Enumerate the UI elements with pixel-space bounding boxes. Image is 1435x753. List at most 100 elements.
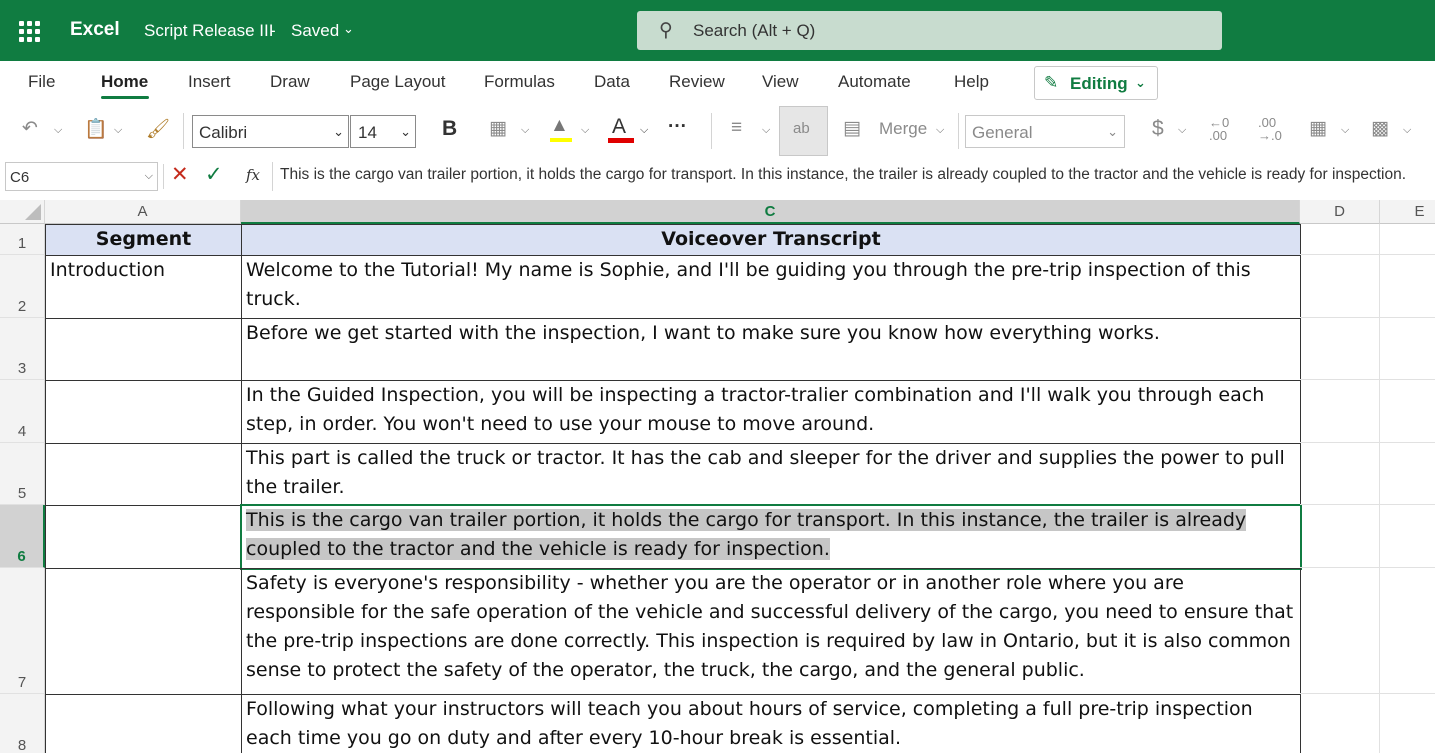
chevron-down-icon[interactable]: ⌵ <box>640 124 648 137</box>
transcript-cell[interactable]: Welcome to the Tutorial! My name is Soph… <box>241 255 1301 319</box>
tab-automate[interactable]: Automate <box>838 72 911 92</box>
row-header[interactable]: 2 <box>0 255 45 318</box>
row-header[interactable]: 1 <box>0 224 45 255</box>
fill-color-icon[interactable]: ▲ <box>550 115 569 137</box>
segment-cell[interactable] <box>45 380 242 444</box>
cancel-icon[interactable]: ✕ <box>171 162 189 187</box>
more-options-button[interactable]: ··· <box>668 116 687 138</box>
row-number: 2 <box>17 298 27 315</box>
empty-cell[interactable] <box>1380 443 1435 505</box>
format-as-table-icon[interactable]: ▩ <box>1371 117 1389 140</box>
chevron-down-icon: ⌄ <box>400 124 411 139</box>
tab-review[interactable]: Review <box>669 72 725 92</box>
clipboard-icon[interactable]: 📋 <box>84 117 108 141</box>
conditional-format-icon[interactable]: ▦ <box>1309 117 1327 140</box>
decrease-decimal-icon[interactable]: ←0.00 <box>1209 116 1229 142</box>
tab-draw[interactable]: Draw <box>270 72 310 92</box>
empty-cell[interactable] <box>1380 318 1435 380</box>
app-name[interactable]: Excel <box>70 19 120 41</box>
editing-mode-button[interactable]: ✎ Editing ⌄ <box>1034 66 1158 100</box>
transcript-cell[interactable]: This part is called the truck or tractor… <box>241 443 1301 506</box>
row-header[interactable]: 4 <box>0 380 45 443</box>
empty-cell[interactable] <box>1380 255 1435 318</box>
segment-cell[interactable] <box>45 568 242 695</box>
chevron-down-icon[interactable]: ⌄ <box>343 21 354 37</box>
tab-formulas[interactable]: Formulas <box>484 72 555 92</box>
chevron-down-icon[interactable]: ⌵ <box>1403 124 1411 137</box>
format-painter-icon[interactable]: 🖌 <box>146 117 170 141</box>
transcript-cell[interactable]: Following what your instructors will tea… <box>241 694 1301 753</box>
check-icon[interactable]: ✓ <box>205 162 223 187</box>
search-box[interactable]: ⚲ Search (Alt + Q) <box>637 11 1222 50</box>
empty-cell[interactable] <box>1380 568 1435 694</box>
insert-function-button[interactable]: fx <box>246 166 260 184</box>
tab-page-layout[interactable]: Page Layout <box>350 72 445 92</box>
chevron-down-icon[interactable]: ⌵ <box>54 124 62 137</box>
number-format-select[interactable]: General ⌄ <box>965 115 1125 148</box>
empty-cell[interactable] <box>1380 224 1435 255</box>
column-header-c[interactable]: C <box>241 200 1300 224</box>
row-header[interactable]: 5 <box>0 443 45 505</box>
formula-input[interactable]: This is the cargo van trailer portion, i… <box>280 166 1435 184</box>
chevron-down-icon[interactable]: ⌵ <box>114 124 122 137</box>
row-header[interactable]: 8 <box>0 694 45 753</box>
font-name-select[interactable]: Calibri ⌄ <box>192 115 349 148</box>
transcript-cell[interactable]: Safety is everyone's responsibility - wh… <box>241 568 1301 695</box>
empty-cell[interactable] <box>1300 505 1380 568</box>
tab-home[interactable]: Home <box>101 72 148 92</box>
chevron-down-icon[interactable]: ⌵ <box>762 124 770 137</box>
chevron-down-icon[interactable]: ⌵ <box>1341 124 1349 137</box>
selected-transcript-cell[interactable]: This is the cargo van trailer portion, i… <box>240 504 1302 570</box>
empty-cell[interactable] <box>1300 694 1380 753</box>
empty-cell[interactable] <box>1300 568 1380 694</box>
bold-button[interactable]: B <box>442 117 457 141</box>
tab-data[interactable]: Data <box>594 72 630 92</box>
undo-icon[interactable]: ↶ <box>22 117 38 140</box>
empty-cell[interactable] <box>1300 380 1380 443</box>
save-status[interactable]: Saved <box>291 21 339 41</box>
merge-icon[interactable]: ▤ <box>843 117 861 140</box>
header-cell-segment[interactable]: Segment <box>45 224 242 256</box>
segment-cell[interactable]: Introduction <box>45 255 242 319</box>
column-header-a[interactable]: A <box>45 200 241 224</box>
chevron-down-icon[interactable]: ⌵ <box>581 124 589 137</box>
merge-button-label[interactable]: Merge <box>879 119 927 139</box>
increase-decimal-icon[interactable]: .00 →.0 <box>1258 116 1282 142</box>
segment-cell[interactable] <box>45 318 242 381</box>
empty-cell[interactable] <box>1380 505 1435 568</box>
segment-cell[interactable] <box>45 694 242 753</box>
borders-icon[interactable]: ▦ <box>489 117 507 140</box>
font-color-button[interactable]: A <box>612 115 626 139</box>
select-all-corner[interactable] <box>0 200 45 224</box>
tab-file[interactable]: File <box>28 72 55 92</box>
transcript-cell[interactable]: Before we get started with the inspectio… <box>241 318 1301 381</box>
tab-insert[interactable]: Insert <box>188 72 231 92</box>
header-cell-transcript[interactable]: Voiceover Transcript <box>241 224 1301 256</box>
empty-cell[interactable] <box>1300 318 1380 380</box>
empty-cell[interactable] <box>1300 255 1380 318</box>
empty-cell[interactable] <box>1300 224 1380 255</box>
name-box[interactable]: C6 ⌵ <box>5 162 158 191</box>
align-icon[interactable]: ≡ <box>731 117 742 139</box>
chevron-down-icon[interactable]: ⌵ <box>521 124 529 137</box>
empty-cell[interactable] <box>1380 694 1435 753</box>
document-title[interactable]: Script Release III <box>144 21 273 41</box>
app-launcher-icon[interactable] <box>19 21 40 42</box>
chevron-down-icon[interactable]: ⌵ <box>936 124 944 137</box>
row-header[interactable]: 7 <box>0 568 45 694</box>
column-header-e[interactable]: E <box>1380 200 1435 224</box>
transcript-cell[interactable]: In the Guided Inspection, you will be in… <box>241 380 1301 444</box>
currency-button[interactable]: $ <box>1152 117 1164 141</box>
row-header-selected[interactable]: 6 <box>0 505 45 568</box>
row-header[interactable]: 3 <box>0 318 45 380</box>
empty-cell[interactable] <box>1300 443 1380 505</box>
chevron-down-icon[interactable]: ⌵ <box>1178 124 1186 137</box>
segment-cell[interactable] <box>45 443 242 506</box>
tab-help[interactable]: Help <box>954 72 989 92</box>
font-size-select[interactable]: 14 ⌄ <box>350 115 416 148</box>
column-header-d[interactable]: D <box>1300 200 1380 224</box>
wrap-text-button[interactable]: ab <box>779 106 828 156</box>
segment-cell[interactable] <box>45 505 242 569</box>
empty-cell[interactable] <box>1380 380 1435 443</box>
tab-view[interactable]: View <box>762 72 799 92</box>
